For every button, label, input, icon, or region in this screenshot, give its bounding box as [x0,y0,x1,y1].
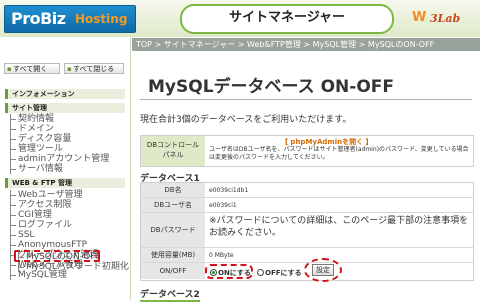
row-key-usage: 使用容量(MB) [141,248,205,262]
row-value-password-note: ※パスワードについての詳細は、このページ最下部の注意事項をお読みください。 [209,216,469,238]
phpmyadmin-description: ユーザ名はDBユーザ名を、パスワードはサイト管理者(admin)のパスワード、変… [209,146,469,161]
breadcrumb[interactable]: TOP > サイトマネージャー > Web&FTP管理 > MySQL管理 > … [132,38,480,51]
row-value-db-name: e0039ci1db1 [209,186,249,194]
sidebar-item-cgi[interactable]: CGI管理 [10,210,52,220]
w3lab-text: 3Lab [430,12,461,25]
w3lab-glyph: W [412,10,427,25]
title-divider [140,99,472,100]
sidebar-item-disk[interactable]: ディスク容量 [10,134,71,144]
db-control-panel-label-line1: DBコントロール [146,141,200,149]
database2-heading: データベース2 [140,287,200,302]
expand-all-button[interactable]: すべて開く [4,63,60,75]
summary-text: 現在合計3個のデータベースをご利用いただけます。 [140,115,352,125]
logo-main-text: ProBiz [11,9,66,28]
sidebar-item-logfile[interactable]: ログファイル [10,220,72,230]
section-information[interactable]: インフォメーション [5,89,125,99]
table-row: 使用容量(MB) 0 MByte [141,248,473,263]
selected-item-highlight [14,250,100,262]
w3lab-logo[interactable]: W 3Lab [412,10,474,28]
row-key-db-user: DBユーザ名 [141,198,205,212]
row-key-db-name: DB名 [141,183,205,197]
sidebar-item-anonymous-ftp[interactable]: AnonymousFTP [10,240,87,250]
sidebar-item-tools[interactable]: 管理ツール [10,144,63,154]
row-key-db-password: DBパスワード [141,213,205,247]
sidebar-item-contract[interactable]: 契約情報 [10,114,54,124]
sidebar-item-admin-account[interactable]: adminアカウント管理 [10,154,109,164]
section-site-management[interactable]: サイト管理 [5,103,125,113]
row-value-usage: 0 MByte [209,251,234,259]
row-key-onoff: ON/OFF [141,263,205,279]
section-web-ftp[interactable]: WEB & FTP 管理 [5,178,125,188]
off-radio-button[interactable] [257,269,264,276]
sidebar-item-ssl[interactable]: SSL [10,230,34,240]
table-row: DBパスワード ※パスワードについての詳細は、このページ最下部の注意事項をお読み… [141,213,473,248]
sidebar-item-mysql-password-reset[interactable]: MySQLパスワード初期化 [18,262,129,272]
collapse-all-button[interactable]: すべて閉じる [64,63,124,75]
sidebar-item-access-limit[interactable]: アクセス制限 [10,200,72,210]
set-button[interactable]: 設定 [312,264,334,276]
sidebar-item-web-users[interactable]: Webユーザ管理 [10,190,82,200]
sidebar-item-domain[interactable]: ドメイン [10,124,54,134]
off-radio-label[interactable]: OFFにする [265,268,302,278]
row-value-db-user: e0039ci1 [209,201,237,209]
on-radio-button[interactable] [210,269,217,276]
db-control-panel-label-line2: パネル [162,151,184,159]
page-title: MySQLデータベース ON-OFF [148,77,395,97]
db-control-panel-label: DBコントロール パネル [141,136,205,166]
sidebar-item-server-info[interactable]: サーバ情報 [10,164,63,174]
probiz-logo[interactable]: ProBiz Hosting [4,5,136,33]
logo-sub-text: Hosting [75,12,128,26]
table-row: DB名 e0039ci1db1 [141,183,473,198]
table-row: DBユーザ名 e0039ci1 [141,198,473,213]
on-radio-label[interactable]: ONにする [218,268,251,278]
site-manager-title: サイトマネージャー [180,4,394,34]
db-control-panel-box: DBコントロール パネル 【 phpMyAdminを開く 】 ユーザ名はDBユー… [140,135,474,167]
